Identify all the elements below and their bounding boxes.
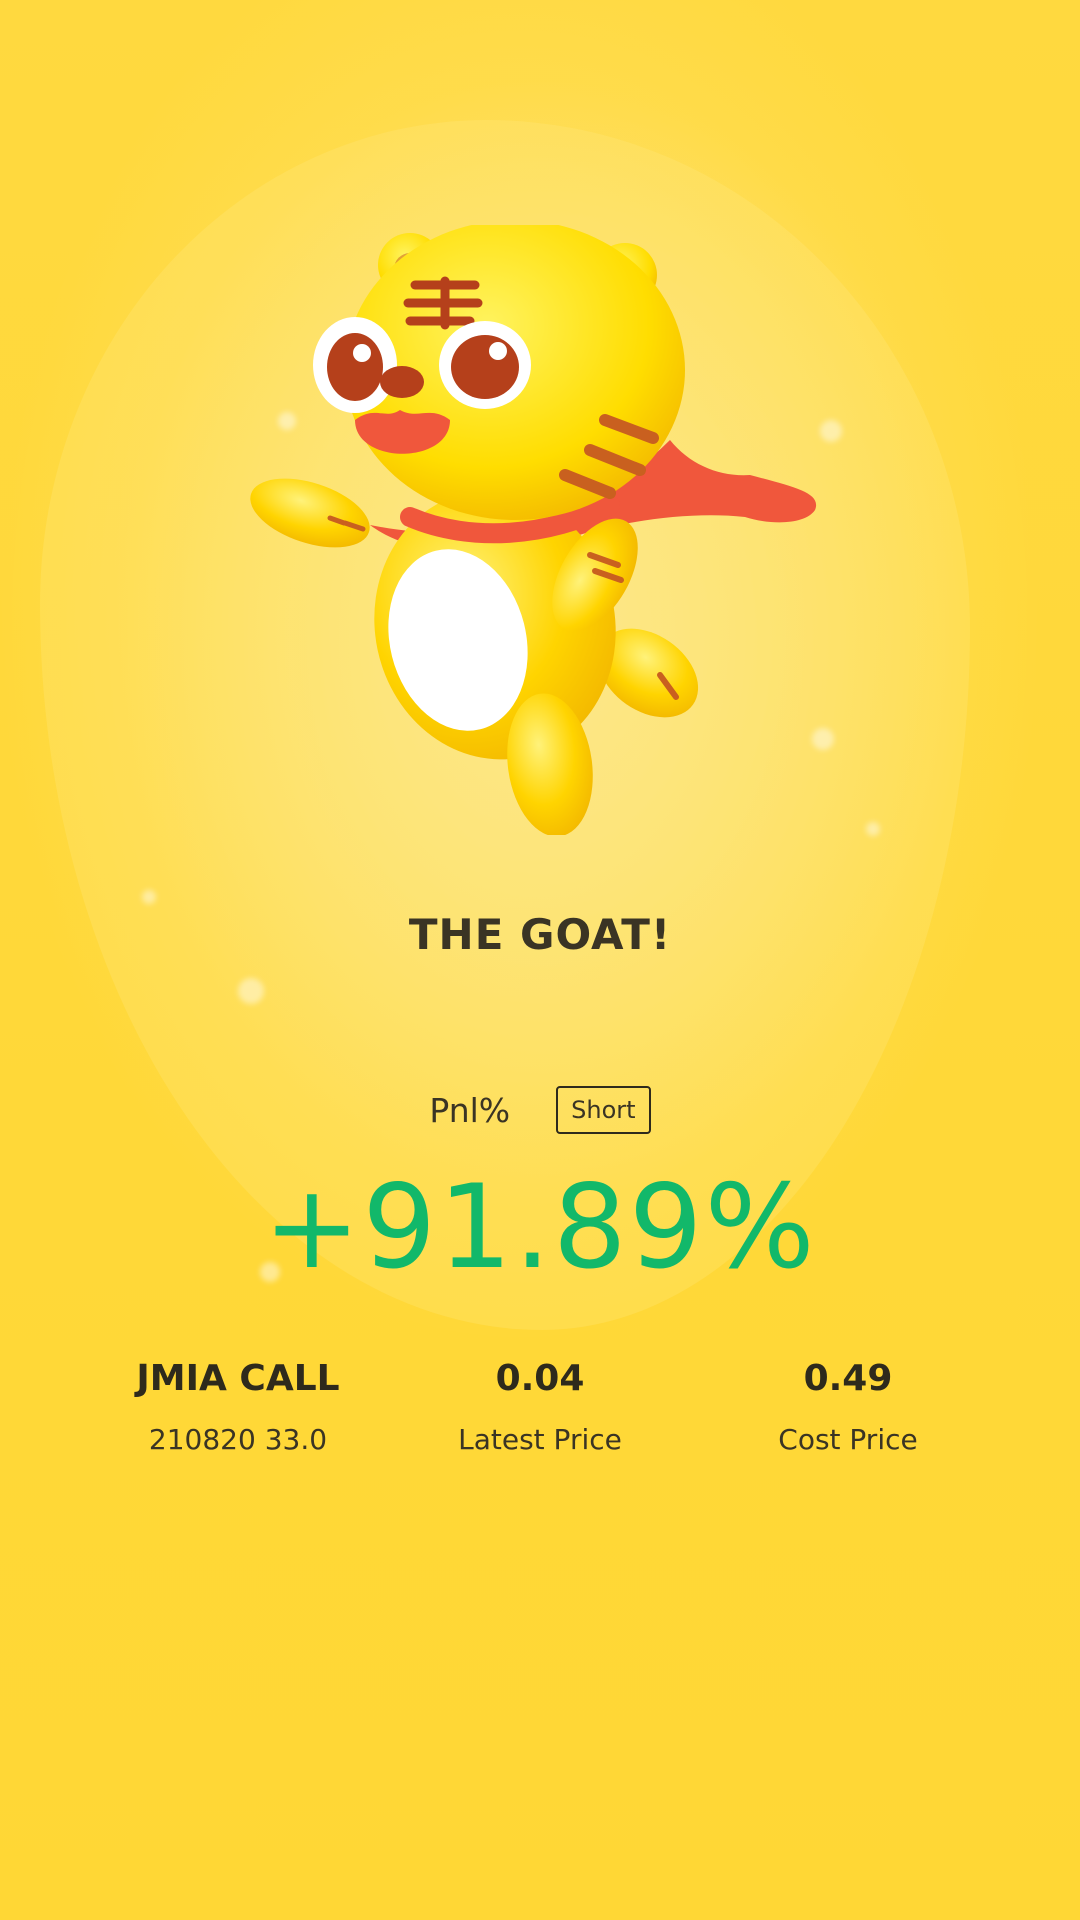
cost-price-stat: 0.49 Cost Price bbox=[688, 1358, 1008, 1456]
tiger-mascot-icon bbox=[250, 225, 817, 835]
direction-badge: Short bbox=[556, 1086, 651, 1134]
latest-price-stat: 0.04 Latest Price bbox=[380, 1358, 700, 1456]
headline: THE GOAT! bbox=[408, 910, 672, 959]
cost-price-label: Cost Price bbox=[778, 1423, 918, 1456]
contract-detail: 210820 33.0 bbox=[148, 1423, 328, 1456]
cost-price-value: 0.49 bbox=[803, 1358, 893, 1399]
sparkle bbox=[866, 822, 880, 836]
share-card: THE GOAT! Pnl% Short +91.89% JMIA CALL 2… bbox=[0, 0, 1080, 1920]
pnl-value: +91.89% bbox=[263, 1160, 817, 1295]
contract-name: JMIA CALL bbox=[136, 1358, 340, 1399]
pnl-label: Pnl% bbox=[429, 1090, 511, 1130]
latest-price-value: 0.04 bbox=[495, 1358, 585, 1399]
pnl-row: Pnl% Short bbox=[0, 1086, 1080, 1134]
sparkle bbox=[142, 890, 156, 904]
sparkle bbox=[238, 978, 264, 1004]
contract-stat: JMIA CALL 210820 33.0 bbox=[78, 1358, 398, 1456]
latest-price-label: Latest Price bbox=[458, 1423, 622, 1456]
